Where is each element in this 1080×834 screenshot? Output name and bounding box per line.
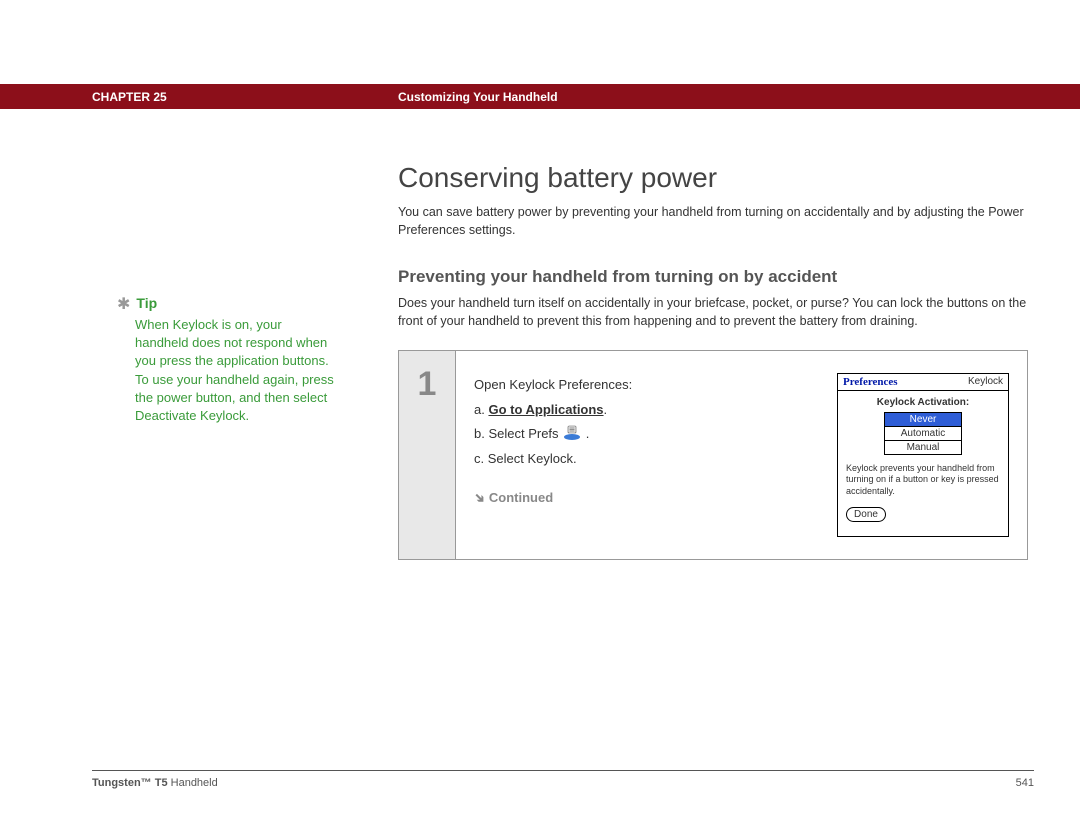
continued-label: ➔Continued [474, 486, 837, 511]
ss-description: Keylock prevents your handheld from turn… [846, 463, 1000, 497]
ss-subtitle: Keylock Activation: [846, 397, 1000, 408]
ss-option-manual: Manual [885, 441, 961, 454]
tip-heading: ✱ Tip [117, 294, 337, 314]
step-a: a. Go to Applications. [474, 398, 837, 423]
asterisk-icon: ✱ [117, 296, 130, 313]
chapter-title: Customizing Your Handheld [398, 90, 1080, 104]
step-number: 1 [399, 351, 455, 559]
ss-option-automatic: Automatic [885, 427, 961, 441]
prefs-icon [562, 425, 582, 441]
ss-done-button: Done [846, 507, 886, 522]
main-content: Conserving battery power You can save ba… [398, 162, 1040, 560]
ss-option-never: Never [885, 413, 961, 427]
page-footer: Tungsten™ T5 Handheld 541 [92, 770, 1034, 789]
page-number: 541 [1016, 777, 1034, 789]
step-b: b. Select Prefs . [474, 422, 837, 447]
step-instructions: Open Keylock Preferences: a. Go to Appli… [474, 373, 837, 537]
preferences-screenshot: Preferences Keylock Keylock Activation: … [837, 373, 1009, 537]
section-heading: Preventing your handheld from turning on… [398, 267, 1040, 287]
tip-body: When Keylock is on, your handheld does n… [117, 316, 337, 425]
page-title: Conserving battery power [398, 162, 1040, 194]
ss-options: Never Automatic Manual [884, 412, 962, 455]
ss-body: Keylock Activation: Never Automatic Manu… [838, 391, 1008, 530]
intro-paragraph: You can save battery power by preventing… [398, 204, 1028, 239]
section-paragraph: Does your handheld turn itself on accide… [398, 295, 1028, 330]
step-box: 1 Open Keylock Preferences: a. Go to App… [398, 350, 1028, 560]
tip-label: Tip [136, 295, 157, 311]
chapter-label: CHAPTER 25 [0, 90, 398, 104]
step-content: Open Keylock Preferences: a. Go to Appli… [455, 351, 1027, 559]
tip-sidebar: ✱ Tip When Keylock is on, your handheld d… [117, 294, 337, 425]
instr-intro: Open Keylock Preferences: [474, 373, 837, 398]
ss-section-label: Keylock [968, 376, 1003, 388]
go-to-applications-link[interactable]: Go to Applications [488, 402, 603, 417]
ss-header: Preferences Keylock [838, 374, 1008, 391]
chapter-header-bar: CHAPTER 25 Customizing Your Handheld [0, 84, 1080, 109]
product-name: Tungsten™ T5 Handheld [92, 777, 218, 789]
step-c: c. Select Keylock. [474, 447, 837, 472]
ss-pref-label: Preferences [843, 376, 898, 388]
